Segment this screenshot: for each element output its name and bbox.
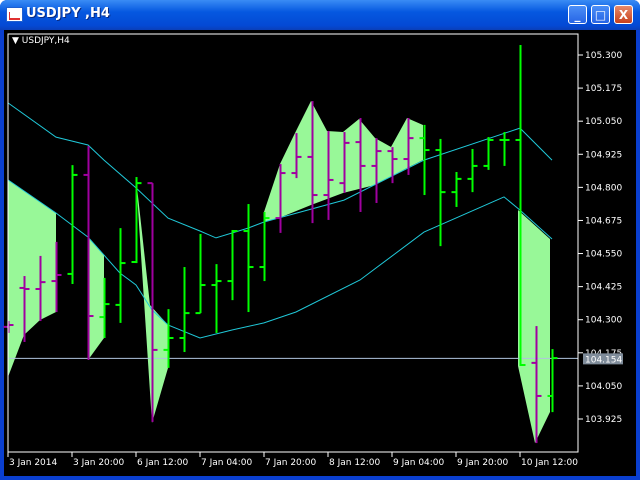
dropdown-arrow-icon: ▼ [12,36,19,46]
y-axis-label: 104.550 [585,250,622,260]
x-axis-label: 7 Jan 20:00 [265,458,317,468]
minimize-button[interactable]: _ [568,5,587,24]
chart-symbol-label[interactable]: ▼ USDJPY,H4 [12,36,70,46]
x-axis-label: 8 Jan 12:00 [329,458,381,468]
y-axis-label: 104.675 [585,216,622,226]
x-axis-label: 6 Jan 12:00 [137,458,189,468]
y-axis-label: 104.925 [585,150,622,160]
y-axis-label: 104.800 [585,183,622,193]
x-axis-label: 3 Jan 2014 [9,458,57,468]
y-axis-label: 105.175 [585,84,622,94]
price-chart[interactable]: 105.300 105.175 105.050 104.925 104.800 104.6… [0,0,640,480]
y-axis-label: 104.300 [585,316,622,326]
chart-symbol-text: USDJPY,H4 [21,36,70,46]
y-axis-label: 103.925 [585,415,622,425]
chart-window-icon [6,7,23,22]
x-axis-label: 10 Jan 12:00 [521,458,578,468]
window-title: USDJPY ,H4 [26,6,110,21]
y-axis-label: 104.050 [585,382,622,392]
x-axis-label: 3 Jan 20:00 [73,458,125,468]
y-axis-label: 105.050 [585,117,622,127]
maximize-button[interactable]: □ [591,5,610,24]
x-axis-label: 9 Jan 20:00 [457,458,509,468]
y-axis-label: 105.300 [585,51,622,61]
x-axis-label: 7 Jan 04:00 [201,458,253,468]
close-button[interactable]: X [614,5,633,24]
title-bar[interactable]: USDJPY ,H4 _ □ X [0,0,640,30]
x-axis-label: 9 Jan 04:00 [393,458,445,468]
y-axis-label: 104.425 [585,283,622,293]
current-price-label: 104.154 [585,355,622,365]
